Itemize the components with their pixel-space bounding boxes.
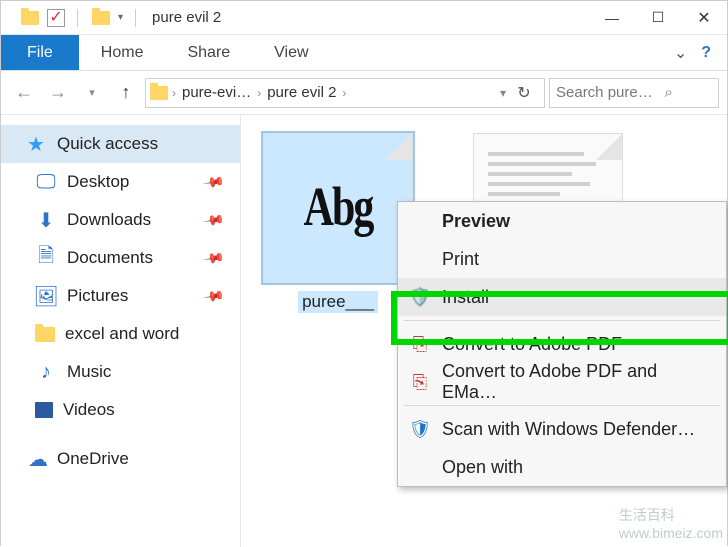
menu-label: Install: [442, 287, 489, 308]
font-preview-text: Abg: [304, 177, 373, 239]
pdf-email-icon: ⎘: [408, 372, 432, 393]
folder-icon: [150, 86, 168, 100]
dog-ear-icon: [596, 134, 622, 160]
sidebar-item-label: Videos: [63, 400, 115, 420]
desktop-icon: 🖵: [35, 171, 57, 193]
help-icon[interactable]: ?: [701, 44, 711, 62]
close-button[interactable]: ✕: [681, 1, 727, 35]
tab-home[interactable]: Home: [79, 35, 166, 70]
ctx-convert-pdf-email[interactable]: ⎘ Convert to Adobe PDF and EMa…: [398, 363, 726, 401]
onedrive-icon: ☁: [27, 448, 49, 470]
search-placeholder: Search pure…: [556, 84, 653, 101]
sidebar-item-videos[interactable]: Videos: [1, 391, 240, 429]
ribbon-expand-icon[interactable]: ⌄: [674, 43, 687, 63]
ctx-convert-pdf[interactable]: ⎘ Convert to Adobe PDF: [398, 325, 726, 363]
recent-dropdown-icon[interactable]: ▾: [77, 78, 107, 108]
pin-icon: 📌: [201, 246, 225, 270]
sidebar-item-desktop[interactable]: 🖵 Desktop 📌: [1, 163, 240, 201]
context-menu: Preview Print 🛡️ Install ⎘ Convert to Ad…: [397, 201, 727, 487]
sidebar-item-pictures[interactable]: 🖼 Pictures 📌: [1, 277, 240, 315]
music-icon: ♪: [35, 361, 57, 383]
minimize-button[interactable]: —: [589, 1, 635, 35]
folder-icon: [35, 327, 55, 342]
refresh-button[interactable]: ↻: [508, 83, 540, 103]
shield-icon: 🛡️: [408, 287, 432, 308]
tab-view[interactable]: View: [252, 35, 330, 70]
sidebar-item-documents[interactable]: 🗎 Documents 📌: [1, 239, 240, 277]
chevron-right-icon[interactable]: ›: [172, 86, 176, 100]
breadcrumb[interactable]: pure-evi…: [178, 84, 255, 101]
sidebar-item-label: Desktop: [67, 172, 129, 192]
sidebar-item-label: Quick access: [57, 134, 158, 154]
navbar: ← → ▾ ↑ › pure-evi… › pure evil 2 › ▾ ↻ …: [1, 71, 727, 115]
documents-icon: 🗎: [35, 247, 57, 269]
menu-label: Preview: [442, 211, 510, 232]
watermark: 生活百科 www.bimeiz.com: [619, 505, 723, 541]
file-tile-font[interactable]: Abg puree___: [263, 133, 413, 547]
file-thumbnail: Abg: [263, 133, 413, 283]
sidebar-item-label: Downloads: [67, 210, 151, 230]
sidebar: ︿ ★ Quick access 🖵 Desktop 📌 ⬇ Downloads…: [1, 115, 241, 547]
menu-label: Scan with Windows Defender…: [442, 419, 695, 440]
window-title: pure evil 2: [152, 9, 221, 26]
sidebar-item-excel-word[interactable]: excel and word: [1, 315, 240, 353]
sidebar-item-label: Music: [67, 362, 111, 382]
pictures-icon: 🖼: [35, 285, 57, 307]
menu-label: Print: [442, 249, 479, 270]
folder-icon: [90, 7, 112, 29]
separator: [404, 320, 720, 321]
ribbon: File Home Share View ⌄ ?: [1, 35, 727, 71]
address-dropdown-icon[interactable]: ▾: [500, 86, 506, 100]
menu-label: Convert to Adobe PDF: [442, 334, 622, 355]
app-folder-icon: [19, 7, 41, 29]
pin-icon: 📌: [201, 170, 225, 194]
up-button[interactable]: ↑: [111, 78, 141, 108]
search-icon: ⌕: [659, 84, 679, 101]
defender-icon: 🛡: [408, 419, 432, 440]
menu-label: Convert to Adobe PDF and EMa…: [442, 361, 712, 403]
sidebar-item-label: excel and word: [65, 324, 179, 344]
pin-icon: 📌: [201, 208, 225, 232]
menu-label: Open with: [442, 457, 523, 478]
separator: [135, 9, 136, 27]
separator: [77, 9, 78, 27]
ctx-open-with[interactable]: Open with: [398, 448, 726, 486]
ctx-scan-defender[interactable]: 🛡 Scan with Windows Defender…: [398, 410, 726, 448]
star-icon: ★: [25, 133, 47, 155]
chevron-right-icon[interactable]: ›: [257, 86, 261, 100]
ctx-preview[interactable]: Preview: [398, 202, 726, 240]
pdf-icon: ⎘: [408, 334, 432, 355]
downloads-icon: ⬇: [35, 209, 57, 231]
qat-dropdown-icon[interactable]: ▾: [118, 12, 123, 23]
chevron-right-icon[interactable]: ›: [342, 86, 346, 100]
tab-share[interactable]: Share: [165, 35, 252, 70]
pin-icon: 📌: [201, 284, 225, 308]
separator: [404, 405, 720, 406]
forward-button[interactable]: →: [43, 78, 73, 108]
sidebar-item-downloads[interactable]: ⬇ Downloads 📌: [1, 201, 240, 239]
videos-icon: [35, 402, 53, 418]
file-label[interactable]: puree___: [298, 291, 378, 313]
titlebar: ✓ ▾ pure evil 2 — ☐ ✕: [1, 1, 727, 35]
sidebar-quick-access[interactable]: ★ Quick access: [1, 125, 240, 163]
sidebar-item-music[interactable]: ♪ Music: [1, 353, 240, 391]
maximize-button[interactable]: ☐: [635, 1, 681, 35]
address-bar[interactable]: › pure-evi… › pure evil 2 › ▾ ↻: [145, 78, 545, 108]
sidebar-onedrive[interactable]: ☁ OneDrive: [1, 441, 240, 477]
sidebar-item-label: Pictures: [67, 286, 128, 306]
breadcrumb[interactable]: pure evil 2: [263, 84, 340, 101]
ctx-print[interactable]: Print: [398, 240, 726, 278]
search-box[interactable]: Search pure… ⌕: [549, 78, 719, 108]
properties-icon[interactable]: ✓: [47, 9, 65, 27]
sidebar-item-label: OneDrive: [57, 449, 129, 469]
sidebar-item-label: Documents: [67, 248, 153, 268]
file-tab[interactable]: File: [1, 35, 79, 70]
ctx-install[interactable]: 🛡️ Install: [398, 278, 726, 316]
back-button[interactable]: ←: [9, 78, 39, 108]
dog-ear-icon: [386, 134, 412, 160]
